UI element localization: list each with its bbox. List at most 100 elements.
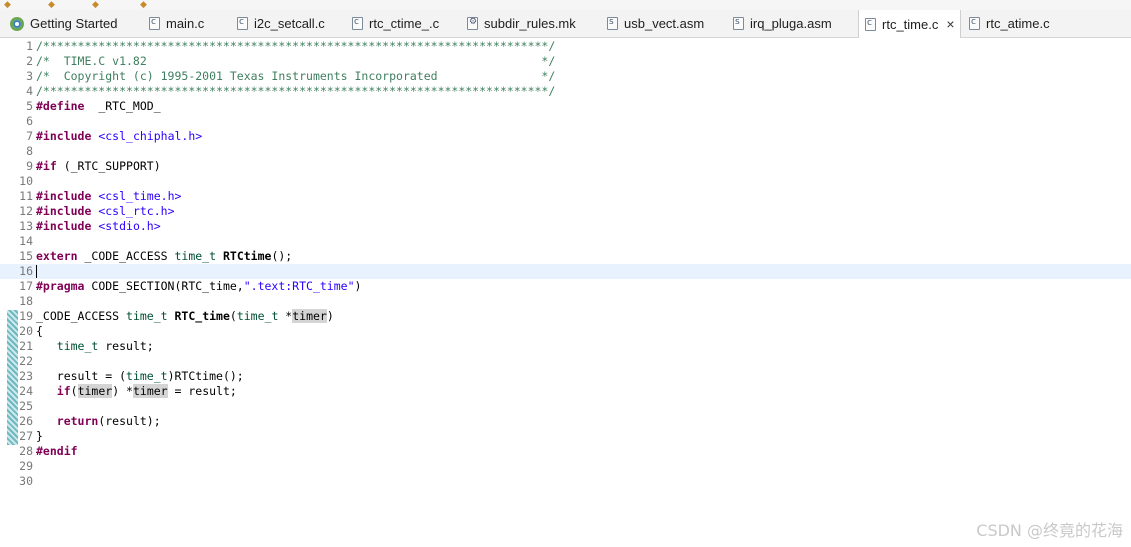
code-token: if <box>56 384 71 398</box>
code-token: <csl_rtc.h> <box>98 204 175 218</box>
code-line[interactable]: 10 <box>0 174 1131 189</box>
code-token: #define <box>36 99 85 113</box>
tab-getting-started[interactable]: Getting Started <box>10 10 117 37</box>
toolbar-icon[interactable]: ◆ <box>92 0 99 9</box>
code-token: #include <box>36 129 92 143</box>
code-token: /***************************************… <box>36 84 556 98</box>
code-token: result; <box>98 339 154 353</box>
code-line[interactable]: 25 <box>0 399 1131 414</box>
c-file-icon <box>352 17 363 30</box>
code-line[interactable]: 17 #pragma CODE_SECTION(RTC_time,".text:R… <box>0 279 1131 294</box>
code-line[interactable]: 8 <box>0 144 1131 159</box>
code-line[interactable]: 14 <box>0 234 1131 249</box>
code-line[interactable]: 29 <box>0 459 1131 474</box>
code-token: time_t <box>126 369 168 383</box>
tab-label: rtc_time.c <box>882 16 939 32</box>
editor-tab-bar: Getting Started main.c i2c_setcall.c rtc… <box>0 10 1131 38</box>
tab-rtc-ctime-c[interactable]: rtc_ctime_.c <box>352 10 439 37</box>
tab-irq-pluga-asm[interactable]: irq_pluga.asm <box>733 10 832 37</box>
line-number: 14 <box>19 234 33 248</box>
code-token: <stdio.h> <box>98 219 161 233</box>
code-line[interactable]: 6 <box>0 114 1131 129</box>
code-line[interactable]: 3/* Copyright (c) 1995-2001 Texas Instru… <box>0 69 1131 84</box>
tab-rtc-time-c[interactable]: rtc_time.c × <box>858 10 961 38</box>
code-text: result = (time_t)RTCtime(); <box>36 369 244 384</box>
line-number: 30 <box>19 474 33 488</box>
code-line[interactable]: 24 if(timer) *timer = result; <box>0 384 1131 399</box>
code-token: <csl_time.h> <box>98 189 182 203</box>
code-line[interactable]: 9 #if (_RTC_SUPPORT) <box>0 159 1131 174</box>
code-token: RTC_time <box>174 309 230 323</box>
line-number: 29 <box>19 459 33 473</box>
line-number: 19 <box>19 309 33 323</box>
code-line[interactable]: 1/**************************************… <box>0 39 1131 54</box>
code-token: _CODE_ACCESS <box>36 309 127 323</box>
tab-usb-vect-asm[interactable]: usb_vect.asm <box>607 10 704 37</box>
tab-subdir-rules-mk[interactable]: subdir_rules.mk <box>467 10 576 37</box>
code-text: #include <csl_rtc.h> <box>36 204 175 219</box>
code-line[interactable]: 11 #include <csl_time.h> <box>0 189 1131 204</box>
code-line[interactable]: 4/**************************************… <box>0 84 1131 99</box>
line-number: 2 <box>26 54 33 68</box>
toolbar-icon[interactable]: ◆ <box>48 0 55 9</box>
tab-i2c-setcall-c[interactable]: i2c_setcall.c <box>237 10 325 37</box>
code-text: #include <csl_chiphal.h> <box>36 129 202 144</box>
code-token: extern <box>36 249 78 263</box>
code-line[interactable]: 5 #define _RTC_MOD_ <box>0 99 1131 114</box>
code-text: /* TIME.C v1.82 */ <box>36 54 555 69</box>
line-number: 13 <box>19 219 33 233</box>
code-line[interactable]: 2/* TIME.C v1.82 */ <box>0 54 1131 69</box>
code-token: /***************************************… <box>36 39 556 53</box>
code-line[interactable]: 19 _CODE_ACCESS time_t RTC_time(time_t *t… <box>0 309 1131 324</box>
line-number: 25 <box>19 399 33 413</box>
code-token: _RTC_MOD_ <box>84 99 161 113</box>
code-text: { <box>36 324 43 339</box>
code-line[interactable]: 30 <box>0 474 1131 489</box>
code-text: time_t result; <box>36 339 154 354</box>
toolbar-icon[interactable]: ◆ <box>140 0 147 9</box>
code-token: } <box>36 429 43 443</box>
code-token: (result); <box>98 414 161 428</box>
code-text: /* Copyright (c) 1995-2001 Texas Instrum… <box>36 69 555 84</box>
code-line[interactable]: 15 extern _CODE_ACCESS time_t RTCtime(); <box>0 249 1131 264</box>
code-text: } <box>36 429 43 444</box>
code-line[interactable]: 13 #include <stdio.h> <box>0 219 1131 234</box>
code-token: (); <box>271 249 293 263</box>
code-line[interactable]: 18 <box>0 294 1131 309</box>
code-text: #pragma CODE_SECTION(RTC_time,".text:RTC… <box>36 279 361 294</box>
code-token: #if <box>36 159 57 173</box>
tab-label: rtc_ctime_.c <box>369 16 440 31</box>
code-line[interactable]: 20{ <box>0 324 1131 339</box>
line-number: 15 <box>19 249 33 263</box>
tab-main-c[interactable]: main.c <box>149 10 204 37</box>
code-line[interactable]: 22 <box>0 354 1131 369</box>
code-token: #include <box>36 189 92 203</box>
code-token: time_t <box>236 309 279 323</box>
code-editor[interactable]: 1/**************************************… <box>0 39 1131 547</box>
code-line[interactable]: 12 #include <csl_rtc.h> <box>0 204 1131 219</box>
code-text: if(timer) *timer = result; <box>36 384 237 399</box>
code-line[interactable]: 27} <box>0 429 1131 444</box>
code-text: #include <csl_time.h> <box>36 189 181 204</box>
tab-rtc-atime-c[interactable]: rtc_atime.c <box>969 10 1050 37</box>
code-token: ) <box>354 279 362 293</box>
code-line[interactable]: 7 #include <csl_chiphal.h> <box>0 129 1131 144</box>
toolbar-icon[interactable]: ◆ <box>4 0 11 9</box>
code-line[interactable]: 26 return(result); <box>0 414 1131 429</box>
code-token: <csl_chiphal.h> <box>98 129 203 143</box>
code-token: #endif <box>36 444 78 458</box>
close-icon[interactable]: × <box>946 16 954 32</box>
line-number: 20 <box>19 324 33 338</box>
tab-label: main.c <box>166 16 205 31</box>
code-token: = result; <box>167 384 237 398</box>
code-text: extern _CODE_ACCESS time_t RTCtime(); <box>36 249 292 264</box>
code-line[interactable]: 23 result = (time_t)RTCtime(); <box>0 369 1131 384</box>
code-line[interactable]: 28 #endif <box>0 444 1131 459</box>
code-token: )RTCtime(); <box>167 369 244 383</box>
code-line[interactable]: 21 time_t result; <box>0 339 1131 354</box>
code-line[interactable]: 16 <box>0 264 1131 279</box>
line-number: 28 <box>19 444 33 458</box>
code-token: #include <box>36 219 92 233</box>
